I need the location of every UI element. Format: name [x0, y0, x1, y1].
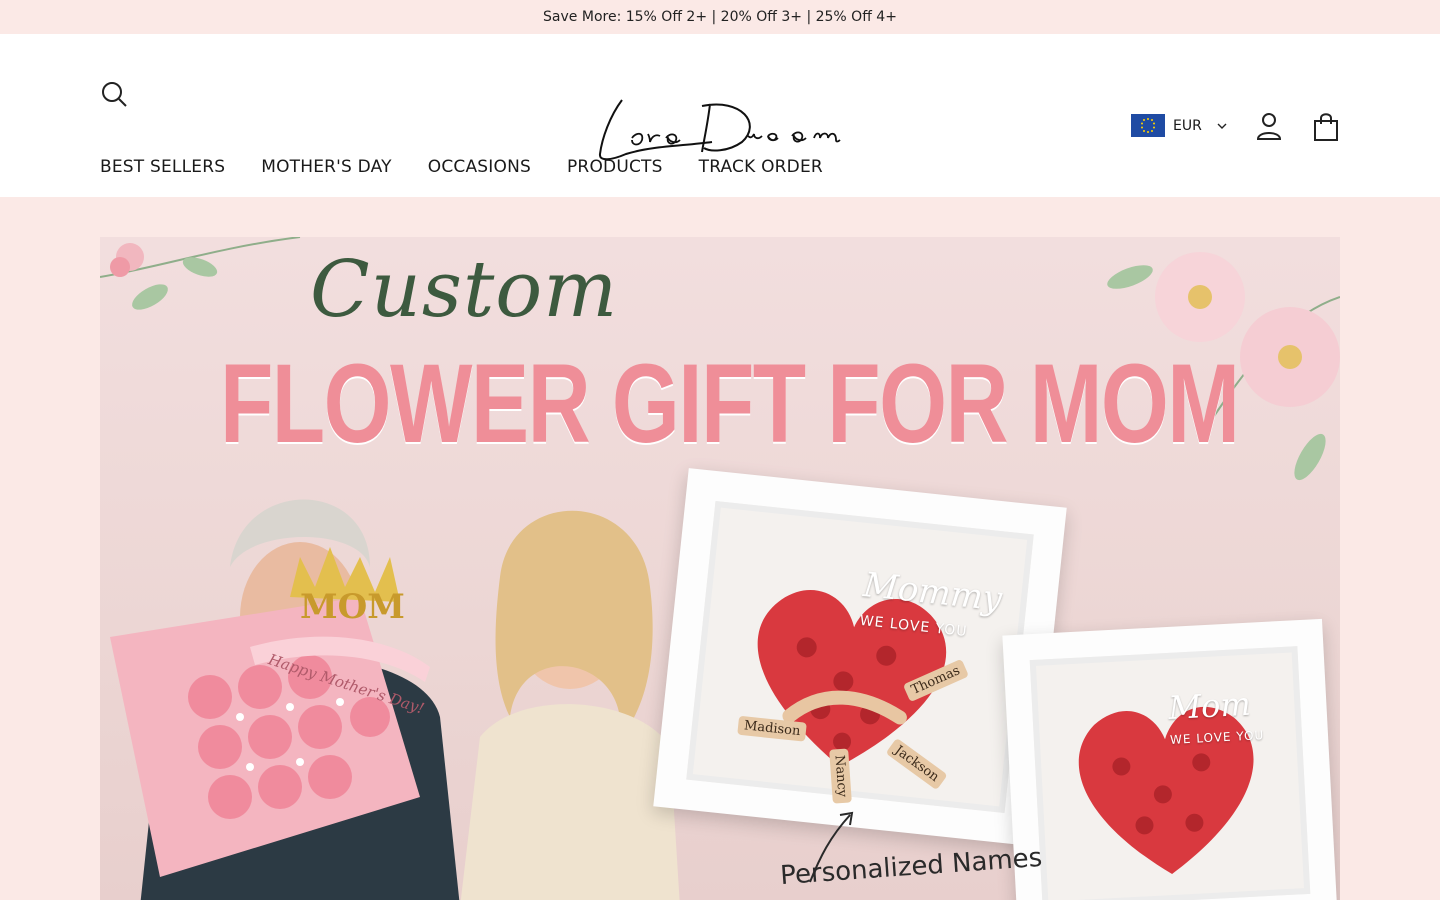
announcement-bar: Save More: 15% Off 2+ | 20% Off 3+ | 25%…: [0, 0, 1440, 34]
couple-with-bouquet-image: [110, 499, 680, 900]
frame-inner: Mommy WE LOVE YOU Thomas Madison Jackson…: [686, 501, 1034, 813]
site-header: EUR BEST SELLERS MOTHER'S DAY OCCASIONS …: [0, 34, 1440, 197]
main-nav: BEST SELLERS MOTHER'S DAY OCCASIONS PROD…: [100, 157, 823, 177]
chevron-down-icon: [1217, 123, 1227, 129]
name-tag-nancy: Nancy: [829, 748, 852, 804]
nav-mothers-day[interactable]: MOTHER'S DAY: [261, 157, 392, 177]
eu-flag-icon: [1131, 114, 1165, 137]
product-frame-mom: Mom WE LOVE YOU: [1002, 618, 1338, 900]
header-top: EUR: [0, 34, 1440, 161]
currency-code: EUR: [1173, 117, 1202, 134]
nav-best-sellers[interactable]: BEST SELLERS: [100, 157, 225, 177]
frame-inner: Mom WE LOVE YOU: [1029, 646, 1311, 900]
nav-track-order[interactable]: TRACK ORDER: [699, 157, 823, 177]
search-icon[interactable]: [100, 80, 128, 108]
cart-icon[interactable]: [1312, 112, 1340, 142]
hero-script-text: Custom: [310, 245, 619, 335]
account-icon[interactable]: [1255, 112, 1283, 140]
hero-banner[interactable]: Custom FLOWER GIFT FOR MOM Happy Mother'…: [100, 237, 1340, 900]
nav-occasions[interactable]: OCCASIONS: [428, 157, 531, 177]
currency-selector[interactable]: EUR: [1131, 114, 1228, 137]
announcement-text: Save More: 15% Off 2+ | 20% Off 3+ | 25%…: [543, 9, 897, 25]
frame2-heading: Mom: [1167, 684, 1252, 727]
nav-products[interactable]: PRODUCTS: [567, 157, 663, 177]
crown-text: MOM: [300, 587, 405, 627]
